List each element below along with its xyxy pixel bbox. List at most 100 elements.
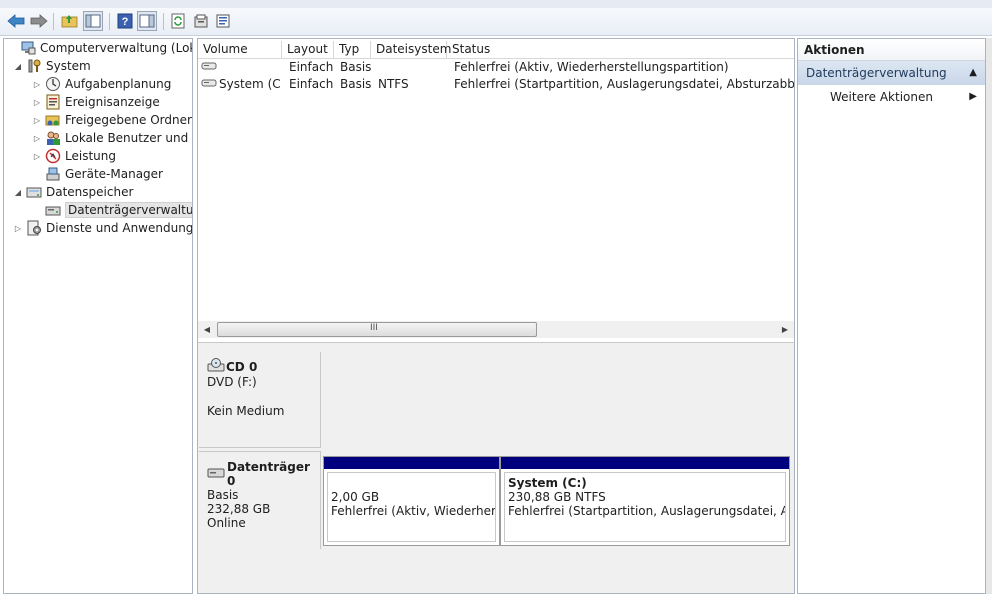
toolbar-separator — [163, 13, 164, 30]
partition-size: 230,88 GB NTFS — [508, 490, 606, 504]
column-header-filesystem[interactable]: Dateisystem — [371, 41, 451, 59]
type-cell: Basis — [340, 60, 371, 74]
tree-item-task-scheduler[interactable]: ▷ Aufgabenplanung — [32, 75, 171, 93]
performance-icon — [45, 148, 61, 164]
tree-item-performance[interactable]: ▷ Leistung — [32, 147, 116, 165]
actions-section-label: Datenträgerverwaltung — [806, 66, 947, 80]
center-pane: Volume Layout Typ Dateisystem Status Ein… — [197, 38, 795, 594]
tree-item-label: Computerverwaltung (Lokal) — [40, 41, 192, 55]
disk-graph-view: CD 0 DVD (F:) Kein Medium Datenträger 0 … — [198, 349, 794, 593]
tree-item-label: Ereignisanzeige — [65, 95, 160, 109]
column-header-status[interactable]: Status — [447, 41, 794, 59]
storage-icon — [26, 184, 42, 200]
tree-item-system[interactable]: ◢ System — [13, 57, 91, 75]
column-header-layout[interactable]: Layout — [282, 41, 334, 59]
local-users-icon — [45, 130, 61, 146]
table-row[interactable]: System (C:) Einfach Basis NTFS Fehlerfre… — [198, 76, 794, 93]
status-cell: Fehlerfrei (Aktiv, Wiederherstellungspar… — [454, 60, 729, 74]
tree-item-label: Lokale Benutzer und Gruppen — [65, 131, 192, 145]
forward-arrow-icon[interactable] — [29, 11, 49, 31]
scroll-left-icon[interactable]: ◀ — [200, 323, 214, 336]
cd-title: CD 0 — [207, 358, 320, 375]
actions-section-disk-management[interactable]: Datenträgerverwaltung ▲ — [798, 61, 985, 85]
help-icon[interactable]: ? — [115, 11, 135, 31]
partition-bar — [324, 457, 499, 469]
cd-disk-label[interactable]: CD 0 DVD (F:) Kein Medium — [199, 352, 321, 448]
filesystem-cell: NTFS — [378, 77, 409, 91]
scrollbar-thumb[interactable]: III — [217, 322, 537, 337]
partition-status: Fehlerfrei (Startpartition, Auslagerungs… — [508, 504, 785, 518]
partition-inner: System (C:) 230,88 GB NTFS Fehlerfrei (S… — [504, 472, 786, 542]
disk0-label[interactable]: Datenträger 0 Basis 232,88 GB Online — [199, 451, 321, 549]
tree-item-label: Datenspeicher — [46, 185, 134, 199]
tree-item-label: Geräte-Manager — [65, 167, 163, 181]
collapse-up-icon[interactable]: ▲ — [969, 61, 977, 85]
volume-cell: System (C:) — [198, 76, 282, 93]
device-manager-icon — [45, 166, 61, 182]
submenu-arrow-icon: ▶ — [969, 91, 977, 102]
cd-drive-icon — [207, 358, 225, 375]
back-arrow-icon[interactable] — [6, 11, 26, 31]
cd-empty-area — [322, 352, 792, 448]
event-viewer-icon — [45, 94, 61, 110]
actions-header: Aktionen — [798, 39, 985, 61]
task-scheduler-icon — [45, 76, 61, 92]
horizontal-scrollbar[interactable]: ◀ III ▶ — [198, 321, 794, 338]
properties-icon[interactable] — [191, 11, 211, 31]
partition-status: Fehlerfrei (Aktiv, Wiederherstellungspar… — [331, 504, 496, 518]
partition-inner: 2,00 GB Fehlerfrei (Aktiv, Wiederherstel… — [327, 472, 496, 542]
column-header-volume[interactable]: Volume — [198, 41, 282, 59]
cd-drive-letter: DVD (F:) — [207, 375, 257, 389]
volume-list: Volume Layout Typ Dateisystem Status Ein… — [198, 39, 794, 343]
expand-triangle-icon[interactable]: ▷ — [32, 133, 42, 143]
type-cell: Basis — [340, 77, 371, 91]
expand-triangle-icon[interactable]: ▷ — [32, 151, 42, 161]
tree-item-storage[interactable]: ◢ Datenspeicher — [13, 183, 133, 201]
column-header-type[interactable]: Typ — [334, 41, 371, 59]
tree-item-label: Dienste und Anwendungen — [46, 221, 193, 235]
tree-item-services-applications[interactable]: ▷ Dienste und Anwendungen — [13, 219, 193, 237]
tree-item-event-viewer[interactable]: ▷ Ereignisanzeige — [32, 93, 160, 111]
show-hide-console-tree-icon[interactable] — [83, 11, 103, 31]
up-folder-icon[interactable] — [60, 11, 80, 31]
status-cell: Fehlerfrei (Startpartition, Auslagerungs… — [454, 77, 794, 91]
partition-recovery[interactable]: 2,00 GB Fehlerfrei (Aktiv, Wiederherstel… — [323, 456, 500, 546]
tree-item-computer-management[interactable]: Computerverwaltung (Lokal) — [7, 39, 192, 57]
disk0-title: Datenträger 0 — [207, 460, 320, 488]
export-list-icon[interactable] — [213, 11, 233, 31]
console-tree: Computerverwaltung (Lokal) ◢ System ▷ Au… — [3, 38, 193, 594]
expand-triangle-icon[interactable]: ▷ — [13, 223, 23, 233]
tree-item-label: Leistung — [65, 149, 116, 163]
filesystem-cell — [375, 59, 445, 76]
layout-cell: Einfach — [289, 60, 334, 74]
cd-media-status: Kein Medium — [207, 404, 285, 418]
tree-item-local-users[interactable]: ▷ Lokale Benutzer und Gruppen — [32, 129, 192, 147]
expand-triangle-icon[interactable]: ▷ — [32, 79, 42, 89]
expand-triangle-icon[interactable]: ▷ — [32, 97, 42, 107]
expand-triangle-icon[interactable]: ▷ — [32, 115, 42, 125]
collapse-triangle-icon[interactable]: ◢ — [13, 187, 23, 197]
tree-item-disk-management[interactable]: Datenträgerverwaltung — [32, 201, 192, 219]
partition-bar — [501, 457, 789, 469]
partition-system-c[interactable]: System (C:) 230,88 GB NTFS Fehlerfrei (S… — [500, 456, 790, 546]
scroll-right-icon[interactable]: ▶ — [778, 323, 792, 336]
window-edge — [986, 38, 992, 594]
disk0-type: Basis — [207, 488, 239, 502]
partition-name: System (C:) — [508, 476, 587, 490]
layout-cell: Einfach — [289, 77, 334, 91]
more-actions-item[interactable]: Weitere Aktionen ▶ — [798, 88, 985, 106]
disk0-size: 232,88 GB — [207, 502, 271, 516]
more-actions-label: Weitere Aktionen — [830, 90, 933, 104]
table-row[interactable]: Einfach Basis Fehlerfrei (Aktiv, Wiederh… — [198, 59, 794, 76]
drive-icon — [201, 59, 217, 76]
shared-folders-icon — [45, 112, 61, 128]
collapse-triangle-icon[interactable]: ◢ — [13, 61, 23, 71]
toolbar-separator — [109, 13, 110, 30]
tree-item-label: System — [46, 59, 91, 73]
system-tools-icon — [26, 58, 42, 74]
show-hide-action-pane-icon[interactable] — [137, 11, 157, 31]
scroll-grip: III — [370, 323, 378, 333]
tree-item-shared-folders[interactable]: ▷ Freigegebene Ordner — [32, 111, 192, 129]
tree-item-device-manager[interactable]: Geräte-Manager — [32, 165, 163, 183]
refresh-icon[interactable] — [168, 11, 188, 31]
